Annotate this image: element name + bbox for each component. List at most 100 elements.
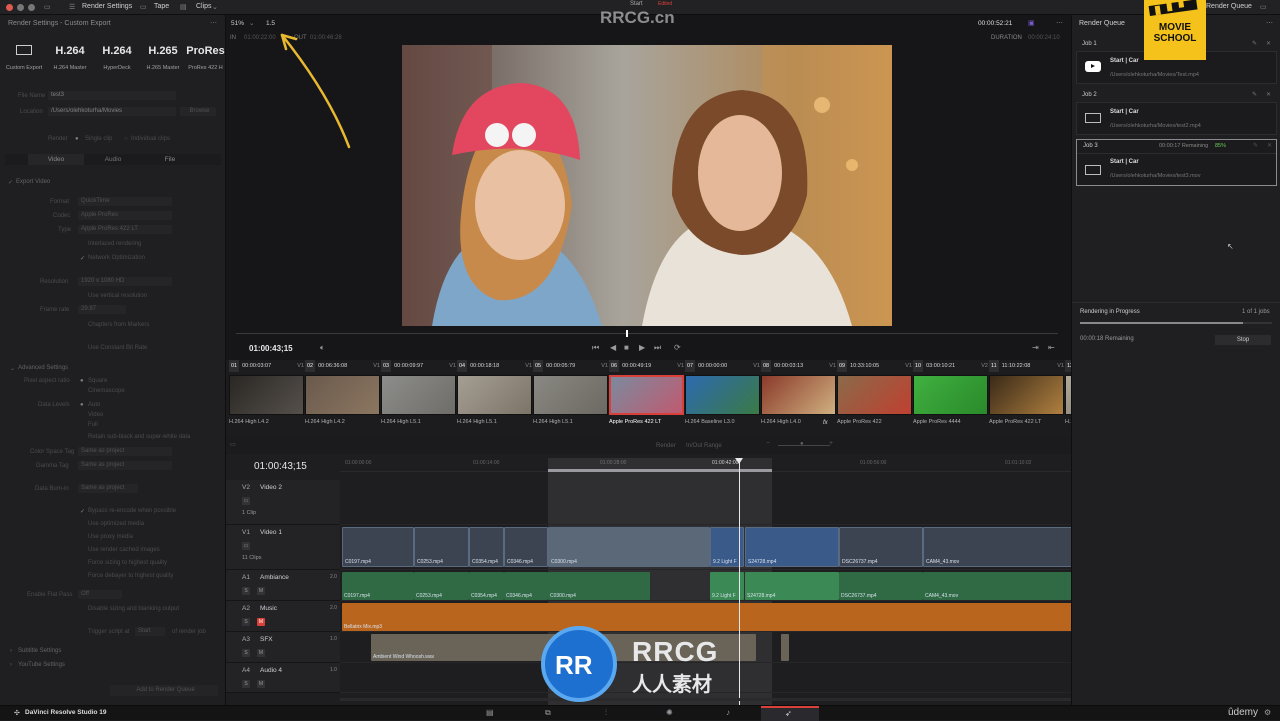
timeline-clip[interactable]: C0354.mp4 [469, 572, 504, 600]
timeline-view-icon[interactable]: ▭ [230, 441, 236, 448]
timeline-clip[interactable]: C0346.mp4 [504, 572, 548, 600]
preset-h265-master[interactable]: H.265 H.265 Master [139, 45, 187, 71]
solo-button[interactable]: S [242, 649, 250, 657]
radio-selected-icon[interactable]: ● [80, 378, 84, 384]
trigger-script-checkbox[interactable]: Trigger script at [88, 629, 129, 635]
vertical-resolution-checkbox[interactable]: Use vertical resolution [88, 293, 147, 299]
youtube-settings-header[interactable]: YouTube Settings [18, 662, 65, 668]
codec-select[interactable]: Apple ProRes [78, 211, 172, 220]
checkbox-icon[interactable]: ✓ [8, 179, 13, 186]
solo-button[interactable]: S [242, 587, 250, 595]
add-to-render-queue-button[interactable]: Add to Render Queue [110, 685, 218, 696]
timeline-clip[interactable]: S24728.mp4 [745, 527, 839, 567]
zoom-slider[interactable] [778, 445, 830, 446]
preset-h264-master[interactable]: H.264 H.264 Master [46, 45, 94, 71]
prev-clip-icon[interactable]: ⇤ [1048, 343, 1055, 352]
render-job-3[interactable]: Job 3 00:00:17 Remaining 85% ✎ ✕ Start |… [1076, 139, 1277, 186]
single-clip-option[interactable]: Single clip [85, 136, 112, 142]
media-clip[interactable]: 10 03:00:10:21 V2 Apple ProRes 4444 [913, 360, 988, 435]
more-options-icon[interactable]: ⋯ [1266, 19, 1273, 27]
bypass-reencode-checkbox[interactable]: Bypass re-encode when possible [88, 508, 176, 514]
media-clip[interactable]: 07 00:00:00:00 V1 H.264 Baseline L3.0 [685, 360, 760, 435]
skip-end-icon[interactable]: ⏭︎ [654, 343, 661, 353]
trigger-select[interactable]: Start [135, 627, 165, 636]
tab-video[interactable]: Video [28, 154, 84, 165]
individual-clips-option[interactable]: Individual clips [131, 136, 170, 142]
subtitle-settings-header[interactable]: Subtitle Settings [18, 648, 61, 654]
media-clip[interactable]: 03 00:00:09:97 V1 H.264 High L5.1 [381, 360, 456, 435]
media-clip[interactable]: 04 00:00:18:18 V1 H.264 High L5.1 [457, 360, 532, 435]
minimize-window-icon[interactable] [17, 4, 24, 11]
constant-bitrate-checkbox[interactable]: Use Constant Bit Rate [88, 345, 147, 351]
playhead-handle[interactable] [735, 458, 743, 464]
data-burnin-select[interactable]: Same as project [78, 484, 138, 493]
tape-toggle[interactable]: Tape [154, 3, 169, 10]
close-window-icon[interactable] [6, 4, 13, 11]
timeline-clip[interactable]: C0354.mp4 [469, 527, 504, 567]
tab-audio[interactable]: Audio [85, 154, 141, 165]
type-select[interactable]: Apple ProRes 422 LT [78, 225, 172, 234]
cinemascope-option[interactable]: Cinemascope [88, 388, 125, 394]
track-header-a4[interactable]: A4 Audio 4 1.0 S M [226, 663, 340, 693]
track-header-a1[interactable]: A1 Ambiance 2.0 S M [226, 570, 340, 601]
radio-icon[interactable]: ○ [124, 136, 128, 142]
zoom-out-icon[interactable]: − [766, 440, 770, 447]
resolution-select[interactable]: 1920 x 1080 HD [78, 277, 172, 286]
timeline-clip[interactable]: C0253.mp4 [414, 527, 469, 567]
maximize-window-icon[interactable] [28, 4, 35, 11]
more-options-icon[interactable]: ⋯ [210, 19, 217, 27]
file-name-field[interactable]: test3 [48, 91, 176, 100]
preset-prores[interactable]: ProRes ProRes 422 H [185, 45, 226, 71]
track-header-v1[interactable]: V1 Video 1 ▭ 11 Clips [226, 525, 340, 570]
volume-icon[interactable]: 🔈︎ [320, 343, 325, 353]
stop-icon[interactable]: ■ [624, 343, 629, 352]
fullscreen-icon[interactable]: ▭ [1260, 3, 1267, 11]
timeline-clip[interactable]: S24728.mp4 [745, 572, 839, 600]
play-icon[interactable]: ▶ [639, 343, 645, 352]
edit-icon[interactable]: ✎ [1252, 40, 1257, 47]
mute-button[interactable]: M [257, 618, 265, 626]
render-queue-toggle[interactable]: Render Queue [1206, 3, 1252, 10]
optimized-media-checkbox[interactable]: Use optimized media [88, 521, 144, 527]
timeline-clip[interactable]: DSC26737.mp4 [839, 572, 923, 600]
edit-page-icon[interactable]: ⫶ [605, 708, 607, 718]
chevron-down-icon[interactable]: ⌄ [212, 3, 218, 11]
timeline-clip[interactable]: C0197.mp4 [342, 572, 414, 600]
timeline-clip[interactable]: DSC26737.mp4 [839, 527, 923, 567]
fairlight-page-icon[interactable]: ♪ [726, 708, 730, 717]
render-cache-checkbox[interactable]: Use render cached images [88, 547, 160, 553]
close-icon[interactable]: ✕ [1267, 142, 1272, 149]
preset-custom-export[interactable]: Custom Export [0, 45, 48, 71]
solo-button[interactable]: S [242, 618, 250, 626]
edit-icon[interactable]: ✎ [1253, 142, 1258, 149]
timeline-clip[interactable]: C0197.mp4 [342, 527, 414, 567]
timeline-clip[interactable]: CAM4_43.mov [923, 527, 1081, 567]
render-range-select[interactable]: In/Out Range [686, 443, 722, 449]
chevron-down-icon[interactable]: ⌄ [10, 365, 15, 372]
timeline-clip[interactable]: C0300.mp4 [548, 572, 650, 600]
media-clip[interactable]: 06 00:00:49:19 V1 Apple ProRes 422 LT [609, 360, 684, 435]
timeline-clip[interactable]: C0300.mp4 [548, 527, 710, 567]
close-icon[interactable]: ✕ [1266, 40, 1271, 47]
gamma-select[interactable]: Same as project [78, 461, 172, 470]
next-clip-icon[interactable]: ⇥ [1032, 343, 1039, 352]
viewer-playhead[interactable] [626, 330, 628, 337]
retain-data-checkbox[interactable]: Retain sub-black and super-white data [88, 434, 190, 440]
chevron-down-icon[interactable]: ⌄ [249, 19, 254, 27]
mute-button[interactable]: M [257, 587, 265, 595]
fusion-page-icon[interactable]: ✺ [666, 708, 673, 717]
stop-render-button[interactable]: Stop [1215, 335, 1271, 345]
export-video-checkbox[interactable]: Export Video [16, 179, 50, 185]
track-lock-icon[interactable]: ▭ [242, 497, 250, 505]
media-clip[interactable]: 01 00:00:03:07 V1 H.264 High L4.2 [229, 360, 304, 435]
track-header-v2[interactable]: V2 Video 2 ▭ 1 Clip [226, 480, 340, 525]
format-select[interactable]: QuickTime [78, 197, 172, 206]
track-header-a2[interactable]: A2 Music 2.0 S M [226, 601, 340, 632]
media-page-icon[interactable]: ▤ [486, 708, 494, 717]
render-settings-toggle[interactable]: Render Settings [82, 3, 132, 10]
timeline-clip[interactable]: C0346.mp4 [504, 527, 548, 567]
solo-button[interactable]: S [242, 680, 250, 688]
timeline-playhead[interactable] [739, 458, 740, 705]
flat-pass-select[interactable]: Off [78, 590, 122, 599]
monitor-icon[interactable]: ▭ [44, 3, 51, 11]
